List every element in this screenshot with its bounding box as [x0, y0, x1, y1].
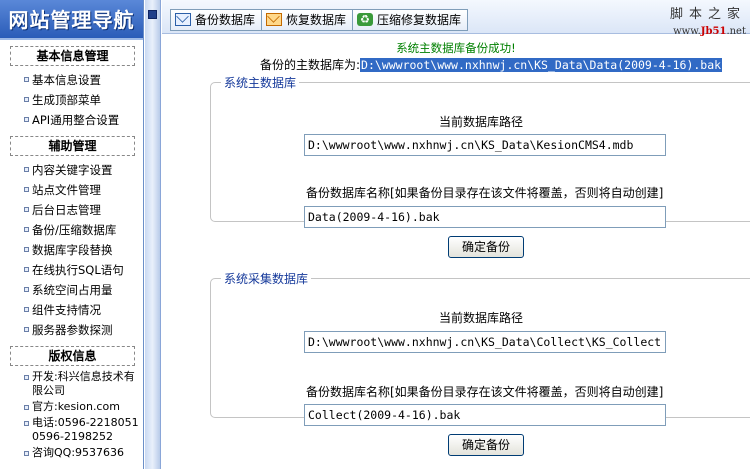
brand-url: www.Jb51.net	[673, 26, 746, 37]
bullet-icon	[24, 207, 29, 212]
sidebar-item-label: 数据库字段替换	[32, 243, 113, 257]
bullet-icon	[24, 287, 29, 292]
button-label: 恢复数据库	[286, 13, 347, 27]
sidebar: 网站管理导航 基本信息管理 基本信息设置 生成顶部菜单 API通用整合设置 辅助…	[0, 0, 144, 469]
backup-result-label: 备份的主数据库为:	[260, 58, 361, 72]
section-title: 版权信息	[10, 346, 135, 366]
sidebar-item-files[interactable]: 站点文件管理	[4, 180, 139, 200]
sidebar-item-server[interactable]: 服务器参数探测	[4, 320, 139, 340]
restore-database-button[interactable]: 恢复数据库	[261, 9, 354, 31]
sidebar-item-label: 后台日志管理	[32, 203, 101, 217]
sidebar-item-label: 在线执行SQL语句	[32, 263, 124, 277]
copyright-text: 咨询QQ:9537636	[32, 446, 125, 459]
bullet-icon	[24, 77, 29, 82]
toolbar: 备份数据库 恢复数据库 ♻ 压缩修复数据库 脚本之家 www.Jb51.net	[162, 0, 750, 37]
sidebar-item-api[interactable]: API通用整合设置	[4, 110, 139, 130]
backup-name-input[interactable]: Collect(2009-4-16).bak	[304, 404, 666, 426]
sidebar-item-label: 生成顶部菜单	[32, 93, 101, 107]
section-copyright: 版权信息 开发:科兴信息技术有限公司 官方:kesion.com 电话:0596…	[4, 346, 139, 460]
sidebar-item-label: 基本信息设置	[32, 73, 101, 87]
sidebar-item-field-replace[interactable]: 数据库字段替换	[4, 240, 139, 260]
sidebar-item-top-menu[interactable]: 生成顶部菜单	[4, 90, 139, 110]
recycle-icon: ♻	[357, 13, 373, 26]
section-aux: 辅助管理 内容关键字设置 站点文件管理 后台日志管理 备份/压缩数据库 数据库字…	[4, 136, 139, 340]
copyright-text: 官方:kesion.com	[32, 400, 120, 413]
db-path-input[interactable]: D:\wwwroot\www.nxhnwj.cn\KS_Data\Collect…	[304, 331, 666, 353]
bullet-icon	[24, 227, 29, 232]
bullet-icon	[24, 327, 29, 332]
bullet-icon	[24, 117, 29, 122]
sidebar-item-label: 内容关键字设置	[32, 163, 113, 177]
section-basic: 基本信息管理 基本信息设置 生成顶部菜单 API通用整合设置	[4, 46, 139, 130]
success-message: 系统主数据库备份成功!	[396, 41, 516, 55]
main-panel: 备份数据库 恢复数据库 ♻ 压缩修复数据库 脚本之家 www.Jb51.net 系…	[162, 0, 750, 469]
brand-name: 脚本之家	[669, 7, 746, 22]
brand-watermark: 脚本之家 www.Jb51.net	[670, 3, 746, 37]
collect-db-group: 系统采集数据库 当前数据库路径 D:\wwwroot\www.nxhnwj.cn…	[210, 270, 750, 426]
group-legend: 系统主数据库	[224, 76, 297, 90]
sidebar-item-sql[interactable]: 在线执行SQL语句	[4, 260, 139, 280]
envelope-icon	[175, 13, 191, 26]
sidebar-item-label: API通用整合设置	[32, 113, 120, 127]
bullet-icon	[24, 421, 29, 426]
backup-database-button[interactable]: 备份数据库	[170, 9, 263, 31]
group-legend: 系统采集数据库	[224, 272, 309, 286]
envelope-icon	[266, 13, 282, 26]
copyright-text: 电话:0596-2218051 0596-2198252	[32, 416, 139, 443]
backup-name-input[interactable]: Data(2009-4-16).bak	[304, 206, 666, 228]
sidebar-item-label: 备份/压缩数据库	[32, 223, 117, 237]
compact-database-button[interactable]: ♻ 压缩修复数据库	[352, 9, 469, 31]
confirm-backup-button[interactable]: 确定备份	[448, 434, 524, 456]
db-path-label: 当前数据库路径	[438, 311, 523, 325]
sidebar-item-components[interactable]: 组件支持情况	[4, 300, 139, 320]
copyright-qq: 咨询QQ:9537636	[4, 446, 139, 460]
sidebar-item-label: 系统空间占用量	[32, 283, 113, 297]
copyright-website[interactable]: 官方:kesion.com	[4, 400, 139, 414]
bullet-icon	[24, 451, 29, 456]
bullet-icon	[24, 247, 29, 252]
backup-name-label: 备份数据库名称[如果备份目录存在该文件将覆盖，否则将自动创建]	[306, 385, 664, 399]
section-title: 辅助管理	[10, 136, 135, 156]
bullet-icon	[24, 167, 29, 172]
copyright-developer: 开发:科兴信息技术有限公司	[4, 370, 139, 398]
backup-result: 备份的主数据库为:D:\wwwroot\www.nxhnwj.cn\KS_Dat…	[260, 56, 723, 73]
main-db-group: 系统主数据库 当前数据库路径 D:\wwwroot\www.nxhnwj.cn\…	[210, 74, 750, 228]
db-path-label: 当前数据库路径	[438, 115, 523, 129]
backup-name-label: 备份数据库名称[如果备份目录存在该文件将覆盖，否则将自动创建]	[306, 186, 664, 200]
collapse-icon[interactable]	[148, 10, 157, 19]
sidebar-item-space[interactable]: 系统空间占用量	[4, 280, 139, 300]
sidebar-item-basic-settings[interactable]: 基本信息设置	[4, 70, 139, 90]
bullet-icon	[24, 267, 29, 272]
bullet-icon	[24, 405, 29, 410]
sidebar-logo: 网站管理导航	[0, 0, 143, 40]
section-title: 基本信息管理	[10, 46, 135, 66]
copyright-text: 开发:科兴信息技术有限公司	[32, 370, 135, 397]
sidebar-item-label: 站点文件管理	[32, 183, 101, 197]
copyright-phone: 电话:0596-2218051 0596-2198252	[4, 416, 139, 444]
bullet-icon	[24, 307, 29, 312]
bullet-icon	[24, 187, 29, 192]
confirm-backup-button[interactable]: 确定备份	[448, 236, 524, 258]
sidebar-item-label: 组件支持情况	[32, 303, 101, 317]
sidebar-item-label: 服务器参数探测	[32, 323, 113, 337]
frame-splitter[interactable]	[145, 0, 161, 469]
bullet-icon	[24, 375, 29, 380]
sidebar-item-logs[interactable]: 后台日志管理	[4, 200, 139, 220]
backup-result-path: D:\wwwroot\www.nxhnwj.cn\KS_Data\Data(20…	[360, 58, 723, 72]
bullet-icon	[24, 97, 29, 102]
db-path-input[interactable]: D:\wwwroot\www.nxhnwj.cn\KS_Data\KesionC…	[304, 134, 666, 156]
sidebar-item-keywords[interactable]: 内容关键字设置	[4, 160, 139, 180]
button-label: 备份数据库	[195, 13, 256, 27]
sidebar-item-backup-db[interactable]: 备份/压缩数据库	[4, 220, 139, 240]
button-label: 压缩修复数据库	[377, 13, 462, 27]
